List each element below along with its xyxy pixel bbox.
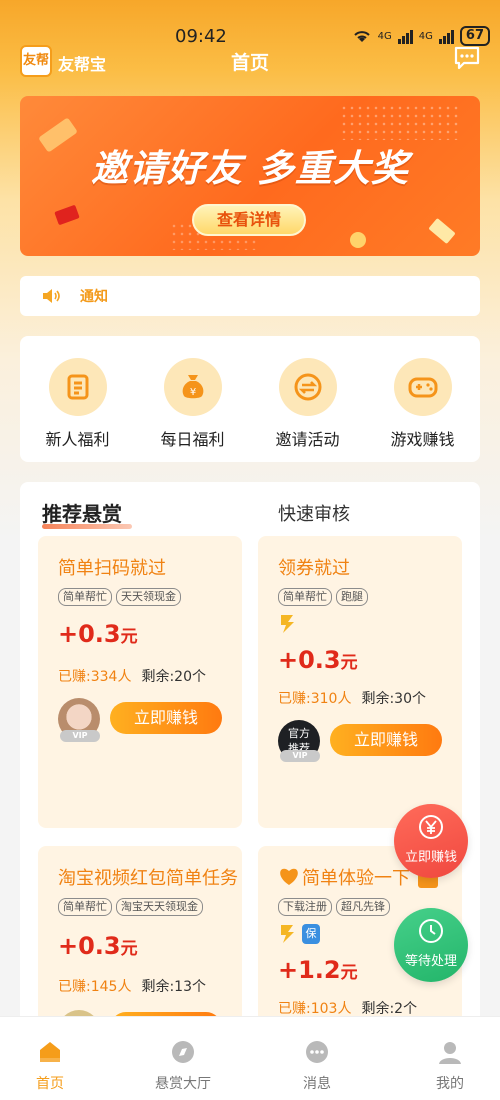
menu-item-invite[interactable]: 邀请活动 (250, 358, 365, 450)
money-bag-icon: ¥ (163, 358, 222, 416)
card-price: +0.3元 (278, 646, 358, 674)
home-icon (40, 1042, 60, 1062)
menu-label: 每日福利 (160, 430, 225, 449)
message-icon (306, 1041, 328, 1063)
nav-label: 首页 (36, 1076, 64, 1092)
reward-card[interactable]: 简单扫码就过 简单帮忙 天天领现金 +0.3元 已赚:334人 剩余:20个 VI… (38, 536, 242, 828)
nav-label: 我的 (436, 1076, 464, 1092)
hall-icon (172, 1041, 194, 1063)
menu-item-daily[interactable]: ¥ 每日福利 (135, 358, 250, 450)
card-price: +1.2元 (278, 956, 358, 984)
tab-underline (42, 524, 132, 529)
notice-label: 通知 (80, 289, 108, 305)
earned-count: 已赚:334人 (58, 669, 132, 685)
lightning-icon (281, 925, 294, 943)
tab-recommended[interactable]: 推荐悬赏 (42, 498, 122, 527)
card-price: +0.3元 (58, 620, 138, 648)
tab-quick-review[interactable]: 快速审核 (278, 500, 350, 526)
card-tag: 淘宝天天领现金 (116, 898, 203, 916)
earned-count: 已赚:145人 (58, 979, 132, 995)
reward-card[interactable]: 淘宝视频红包简单任务 简单帮忙 淘宝天天领现金 +0.3元 已赚:145人 剩余:… (38, 846, 242, 1042)
card-stats: 已赚:103人 剩余:2个 (278, 998, 417, 1018)
status-bar: 09:42 4G 4G 67 (0, 0, 500, 47)
card-tags: 简单帮忙 天天领现金 (58, 588, 181, 606)
card-tag: 天天领现金 (116, 588, 181, 606)
remaining-count: 剩余:2个 (361, 1001, 418, 1017)
nav-profile[interactable]: 我的 (400, 1039, 500, 1093)
nav-label: 消息 (303, 1076, 331, 1092)
floating-pending-label: 等待处理 (404, 954, 457, 969)
lightning-icon (281, 615, 294, 633)
invite-banner[interactable]: 邀请好友 多重大奖 查看详情 (20, 96, 480, 256)
profile-icon (439, 1042, 461, 1064)
page-title: 首页 (230, 52, 269, 74)
coin-icon (350, 232, 366, 248)
menu-item-game[interactable]: 游戏赚钱 (365, 358, 480, 450)
remaining-count: 剩余:13个 (141, 979, 206, 995)
floating-earn-button[interactable]: 立即赚钱 (394, 804, 468, 878)
earned-count: 已赚:310人 (278, 691, 352, 707)
card-title: 淘宝视频红包简单任务 (58, 868, 238, 889)
notice-bar[interactable]: 通知 (20, 276, 480, 316)
card-tags: 简单帮忙 跑腿 (278, 588, 368, 606)
guarantee-badge: 保 (302, 924, 320, 944)
earn-now-button[interactable]: 立即赚钱 (330, 724, 442, 756)
menu-item-newcomer[interactable]: 新人福利 (20, 358, 135, 450)
app-header: 友帮 友帮宝 首页 (0, 40, 500, 80)
card-stats: 已赚:145人 剩余:13个 (58, 976, 206, 996)
svg-text:¥: ¥ (189, 387, 195, 398)
nav-label: 悬赏大厅 (155, 1076, 211, 1092)
speaker-icon (43, 289, 60, 303)
quick-menu: 新人福利 ¥ 每日福利 邀请活动 游戏赚钱 (20, 336, 480, 462)
card-tag: 跑腿 (336, 588, 368, 606)
reward-card[interactable]: 领券就过 简单帮忙 跑腿 +0.3元 已赚:310人 剩余:30个 官方 推荐 VI… (258, 536, 462, 828)
menu-label: 游戏赚钱 (390, 430, 455, 449)
card-tag: 超凡先锋 (336, 898, 390, 916)
bottom-nav: 首页 悬赏大厅 消息 我的 (0, 1016, 500, 1100)
card-tag: 简单帮忙 (278, 588, 332, 606)
card-tags: 下载注册 超凡先锋 (278, 898, 390, 916)
card-tags: 简单帮忙 淘宝天天领现金 (58, 898, 203, 916)
nav-hall[interactable]: 悬赏大厅 (133, 1039, 233, 1093)
earn-now-button[interactable]: 立即赚钱 (110, 702, 222, 734)
menu-label: 邀请活动 (275, 430, 340, 449)
card-stats: 已赚:334人 剩余:20个 (58, 666, 206, 686)
floating-earn-label: 立即赚钱 (404, 850, 457, 865)
banner-headline: 邀请好友 多重大奖 (91, 147, 409, 190)
remaining-count: 剩余:20个 (141, 669, 206, 685)
card-tag: 简单帮忙 (58, 898, 112, 916)
earned-count: 已赚:103人 (278, 1001, 352, 1017)
vip-badge: VIP (280, 750, 320, 762)
newcomer-icon (48, 358, 107, 416)
invite-icon (278, 358, 337, 416)
card-title: 简单扫码就过 (58, 558, 166, 579)
nav-messages[interactable]: 消息 (267, 1039, 367, 1093)
yuan-coin-icon (419, 815, 443, 839)
gamepad-icon (393, 358, 452, 416)
clock-icon (419, 919, 443, 943)
card-title: 领券就过 (278, 558, 350, 579)
floating-pending-button[interactable]: 等待处理 (394, 908, 468, 982)
card-price: +0.3元 (58, 932, 138, 960)
card-title: 简单体验一下 (302, 868, 410, 889)
view-details-button[interactable]: 查看详情 (192, 204, 306, 236)
banner-decoration (428, 217, 456, 245)
nav-home[interactable]: 首页 (0, 1039, 100, 1093)
menu-label: 新人福利 (45, 430, 110, 449)
card-stats: 已赚:310人 剩余:30个 (278, 688, 426, 708)
card-tag: 简单帮忙 (58, 588, 112, 606)
message-bubble-icon[interactable] (454, 46, 480, 70)
red-envelope-icon (54, 204, 80, 226)
remaining-count: 剩余:30个 (361, 691, 426, 707)
banner-decoration (340, 104, 460, 140)
vip-badge: VIP (60, 730, 100, 742)
heart-icon (280, 868, 298, 885)
card-tag: 下载注册 (278, 898, 332, 916)
